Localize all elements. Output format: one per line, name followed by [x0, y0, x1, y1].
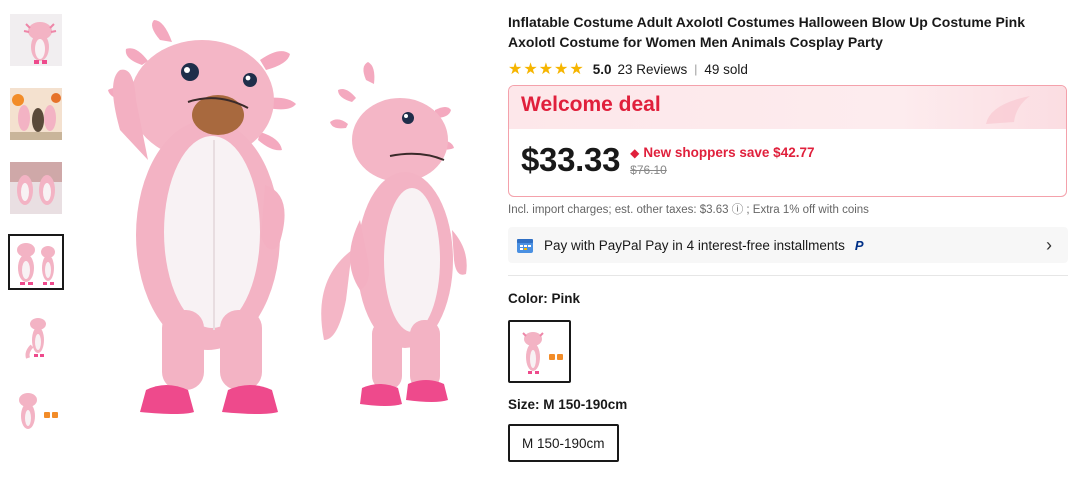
axolotl-costume-illustration — [108, 20, 467, 414]
costume-figure-small — [321, 62, 467, 406]
thumbnail-1[interactable] — [8, 12, 64, 68]
sold-count: 49 sold — [704, 61, 748, 77]
thumbnail-image — [10, 14, 62, 66]
color-swatch-pink[interactable] — [508, 320, 571, 383]
thumbnail-image — [10, 162, 62, 214]
chevron-right-icon: › — [1046, 235, 1052, 255]
rating-separator: | — [694, 62, 698, 76]
sale-price: $33.33 — [521, 141, 621, 178]
savings-line: ◆ New shoppers save $42.77 — [630, 145, 814, 160]
thumbnail-image — [10, 384, 62, 436]
color-swatch-image — [512, 324, 567, 379]
costume-figure-large — [108, 20, 296, 414]
main-product-image[interactable] — [90, 10, 490, 430]
size-label: Size: M 150-190cm — [508, 397, 628, 412]
original-price: $76.10 — [630, 163, 667, 177]
paypal-icon: P — [854, 237, 864, 253]
thumbnail-4[interactable] — [8, 234, 64, 290]
thumbnail-image — [10, 88, 62, 140]
divider — [508, 275, 1068, 276]
thumbnail-image — [10, 310, 62, 362]
color-label: Color: Pink — [508, 291, 581, 306]
thumbnail-3[interactable] — [8, 160, 64, 216]
rating-row: ★★★★★ 5.0 23 Reviews | 49 sold — [508, 59, 1068, 79]
star-icon: ★★★★★ — [508, 61, 585, 78]
tag-icon: ◆ — [630, 145, 640, 160]
thumbnail-image — [10, 236, 62, 288]
rating-score: 5.0 — [592, 61, 612, 77]
thumbnail-list — [8, 12, 66, 456]
tax-note: Incl. import charges; est. other taxes: … — [508, 204, 869, 216]
reviews-link[interactable]: 23 Reviews — [618, 62, 688, 77]
thumbnail-5[interactable] — [8, 308, 64, 364]
welcome-deal-box: Welcome deal $33.33 ◆ New shoppers save … — [508, 85, 1067, 197]
savings-block: ◆ New shoppers save $42.77 $76.10 — [630, 145, 814, 177]
paypal-installments-row[interactable]: Pay with PayPal Pay in 4 interest-free i… — [508, 227, 1068, 263]
size-option-m-150-190cm[interactable]: M 150-190cm — [508, 424, 619, 462]
thumbnail-2[interactable] — [8, 86, 64, 142]
paypal-text: Pay with PayPal Pay in 4 interest-free i… — [544, 237, 845, 253]
product-info-panel: Inflatable Costume Adult Axolotl Costume… — [508, 12, 1068, 462]
thumbnail-6[interactable] — [8, 382, 64, 438]
calendar-icon — [517, 239, 533, 253]
deal-header: Welcome deal — [509, 86, 1066, 129]
deal-body: $33.33 ◆ New shoppers save $42.77 $76.10 — [509, 129, 1066, 191]
deal-decoration-icon — [986, 96, 1030, 124]
savings-text: New shoppers save $42.77 — [643, 145, 815, 160]
product-title: Inflatable Costume Adult Axolotl Costume… — [508, 14, 1026, 50]
deal-title: Welcome deal — [521, 93, 661, 116]
